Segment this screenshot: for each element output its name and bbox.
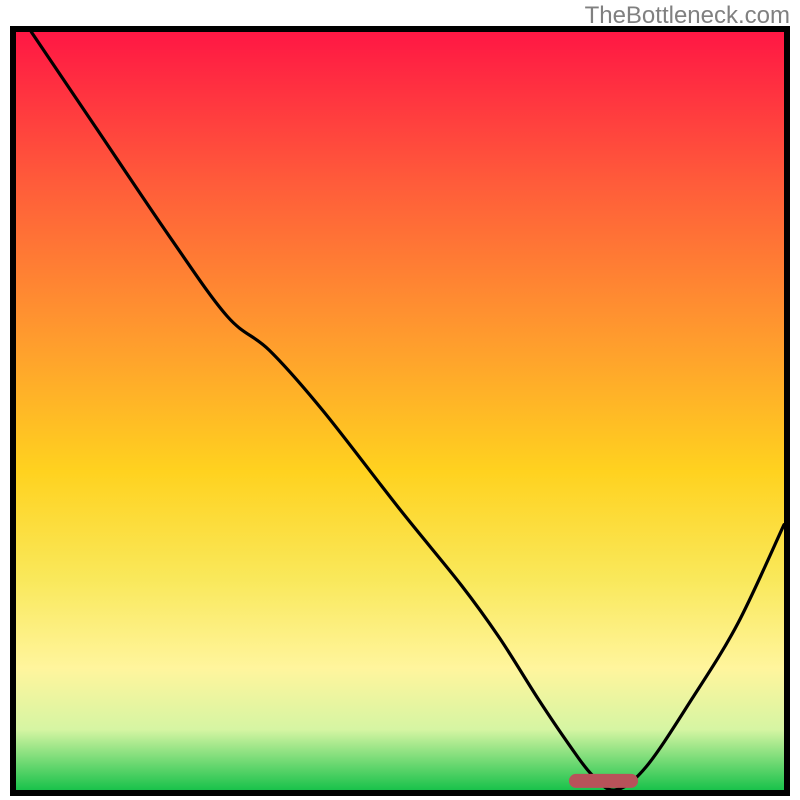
watermark-text: TheBottleneck.com xyxy=(585,2,790,30)
plot-area xyxy=(10,26,790,796)
chart-container: TheBottleneck.com xyxy=(0,0,800,800)
chart-svg xyxy=(16,32,784,790)
gradient-background xyxy=(16,32,784,790)
optimum-marker xyxy=(569,774,638,788)
